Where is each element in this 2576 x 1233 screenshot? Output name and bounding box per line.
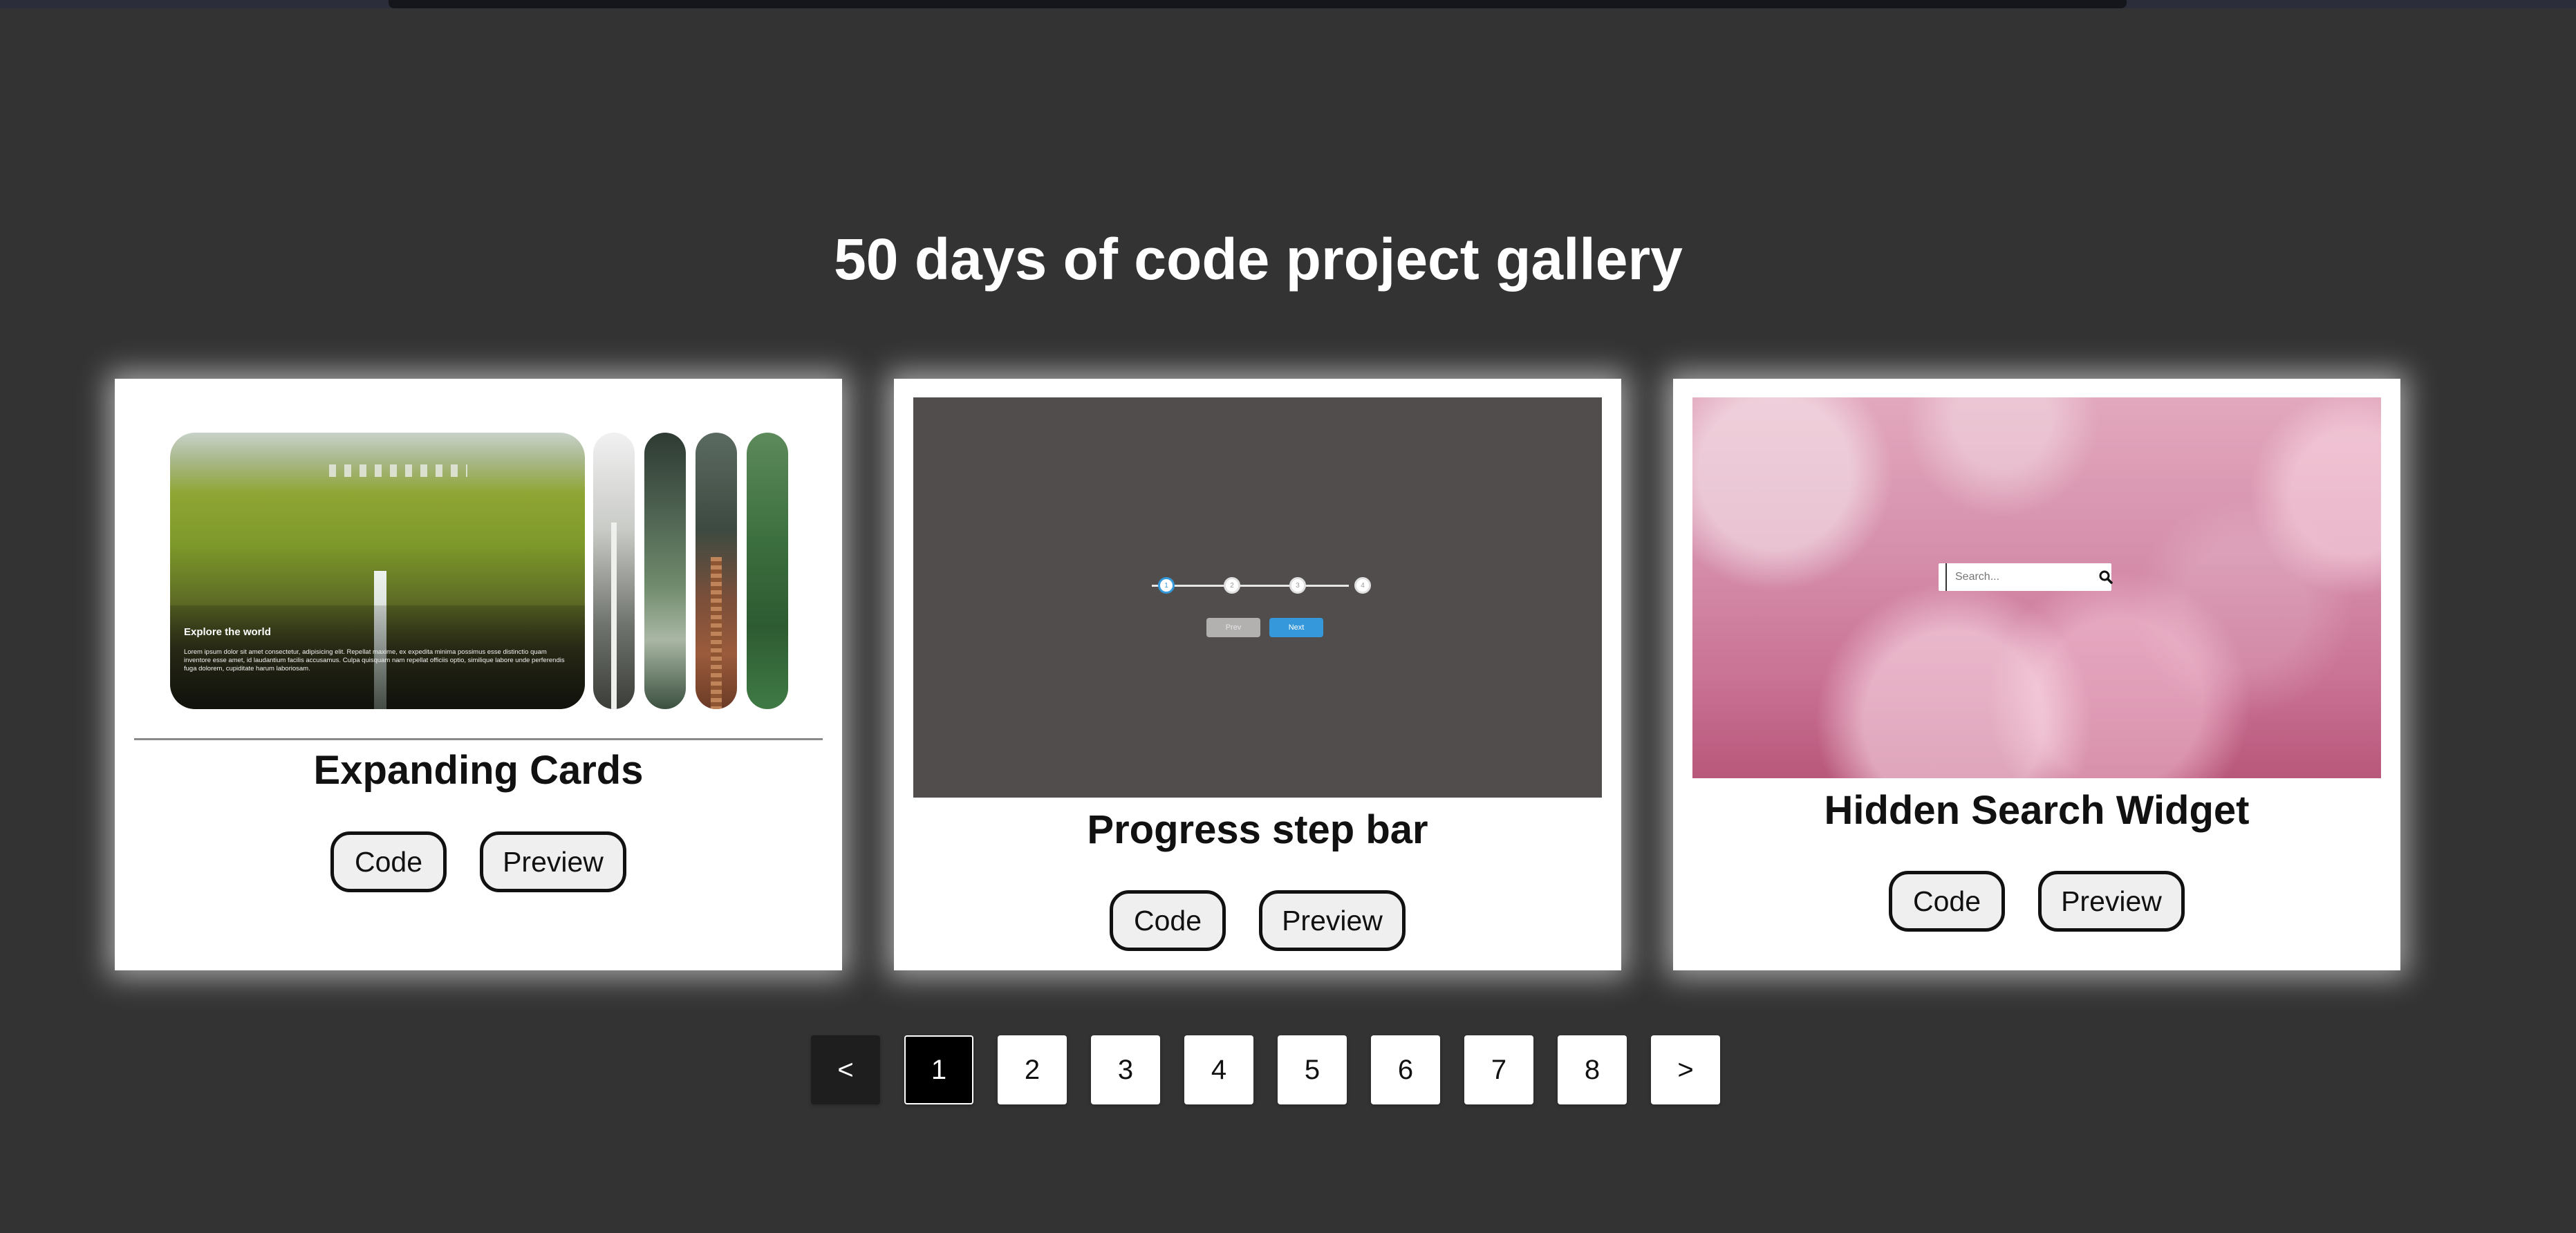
pagination-page-1[interactable]: 1	[904, 1035, 973, 1104]
divider	[134, 738, 823, 740]
preview-button[interactable]: Preview	[2038, 871, 2185, 932]
search-input	[1945, 563, 2098, 591]
next-step-button: Next	[1269, 618, 1323, 637]
pagination-prev-button[interactable]: <	[811, 1035, 880, 1104]
project-thumbnail: 1 2 3 4 Prev Next	[913, 397, 1602, 798]
pagination-next-button[interactable]: >	[1651, 1035, 1720, 1104]
prev-step-button: Prev	[1206, 618, 1260, 637]
project-card-hidden-search-widget: Hidden Search Widget Code Preview	[1673, 379, 2400, 970]
search-icon	[2098, 563, 2113, 591]
collapsed-panel	[644, 433, 686, 709]
preview-button[interactable]: Preview	[480, 831, 626, 892]
progress-line	[1152, 585, 1349, 587]
panel-title: Explore the world	[184, 626, 271, 638]
pagination-page-2[interactable]: 2	[998, 1035, 1067, 1104]
step-circle: 4	[1354, 577, 1371, 594]
collapsed-panel	[747, 433, 788, 709]
code-button[interactable]: Code	[330, 831, 447, 892]
project-name: Progress step bar	[1087, 807, 1428, 852]
preview-button[interactable]: Preview	[1259, 890, 1406, 951]
project-thumbnail	[1692, 397, 2381, 778]
expanded-panel-image: Explore the world Lorem ipsum dolor sit …	[170, 433, 585, 709]
step-circle: 1	[1158, 577, 1175, 594]
search-widget	[1939, 563, 2113, 591]
project-thumbnail: Explore the world Lorem ipsum dolor sit …	[170, 433, 792, 709]
pagination-page-6[interactable]: 6	[1371, 1035, 1440, 1104]
project-card-progress-step-bar: 1 2 3 4 Prev Next Progress step bar Code…	[894, 379, 1621, 970]
pagination-page-7[interactable]: 7	[1464, 1035, 1533, 1104]
code-button[interactable]: Code	[1889, 871, 2005, 932]
page-title: 50 days of code project gallery	[834, 227, 1683, 292]
collapsed-panel	[593, 433, 635, 709]
collapsed-panel	[696, 433, 737, 709]
top-navbar	[389, 0, 2127, 8]
project-card-expanding-cards: Explore the world Lorem ipsum dolor sit …	[115, 379, 842, 970]
project-name: Hidden Search Widget	[1824, 788, 2250, 833]
step-circle: 3	[1289, 577, 1306, 594]
project-name: Expanding Cards	[313, 748, 644, 793]
gallery-page: 50 days of code project gallery Explore …	[0, 0, 2576, 1233]
pagination-page-8[interactable]: 8	[1558, 1035, 1627, 1104]
panel-text: Lorem ipsum dolor sit amet consectetur, …	[184, 648, 565, 672]
code-button[interactable]: Code	[1110, 890, 1226, 951]
pagination-page-3[interactable]: 3	[1091, 1035, 1160, 1104]
pagination-page-5[interactable]: 5	[1278, 1035, 1347, 1104]
step-circle: 2	[1224, 577, 1240, 594]
pagination-page-4[interactable]: 4	[1184, 1035, 1253, 1104]
